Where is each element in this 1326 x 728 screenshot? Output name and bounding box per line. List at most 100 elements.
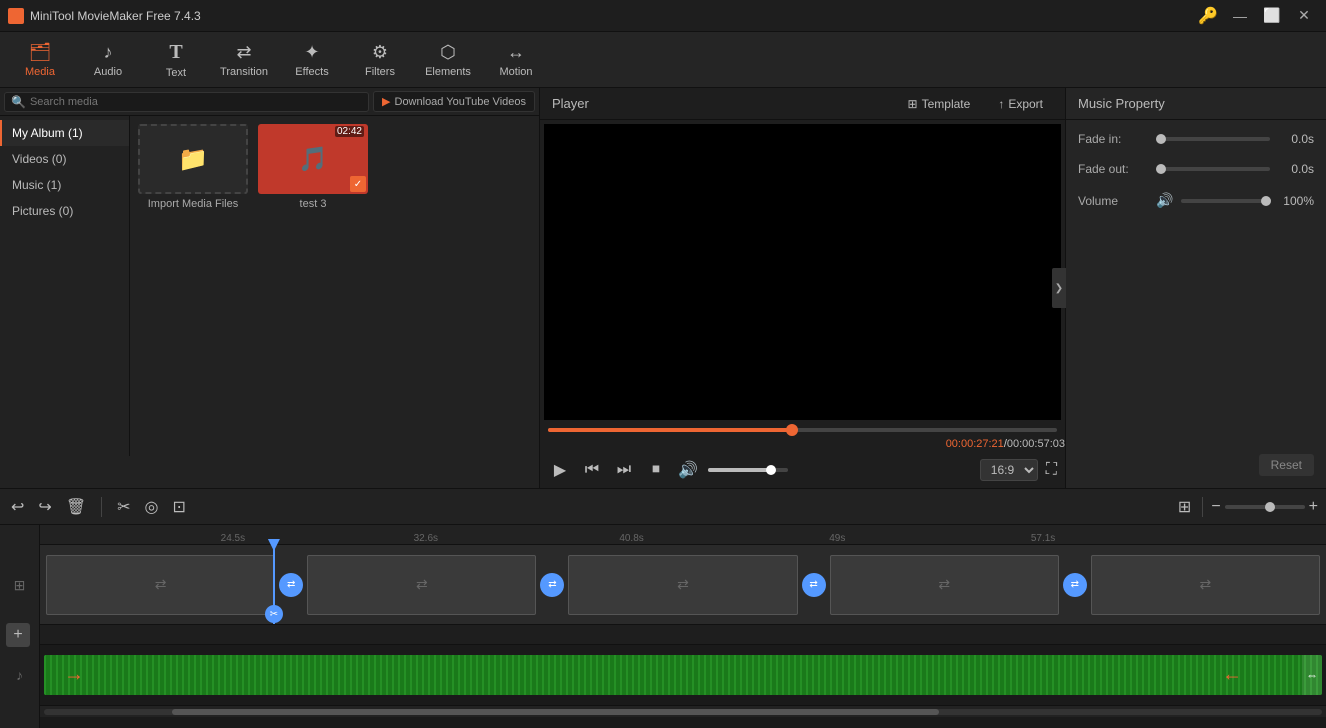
import-media-item[interactable]: 📁 Import Media Files (138, 124, 248, 210)
ruler-mark-1: 24.5s (221, 533, 245, 544)
scrollbar-thumb[interactable] (172, 709, 939, 715)
audio-resize-handle[interactable]: ⇔ (1302, 655, 1322, 695)
album-list: My Album (1) Videos (0) Music (1) Pictur… (0, 116, 130, 456)
timeline-scrollbar[interactable] (40, 705, 1326, 717)
fade-out-slider[interactable] (1156, 167, 1270, 171)
search-input[interactable] (30, 96, 362, 108)
toolbar-transition[interactable]: ⇄ Transition (212, 34, 276, 86)
toolbar-media[interactable]: 🗂 Media (8, 34, 72, 86)
tl-separator-1 (101, 497, 102, 517)
add-track-area: + (0, 625, 39, 645)
video-clip-3[interactable]: ⇄ (568, 555, 797, 615)
fade-in-slider[interactable] (1156, 137, 1270, 141)
album-item-videos[interactable]: Videos (0) (0, 146, 129, 172)
maximize-button[interactable]: ⬜ (1258, 2, 1286, 30)
progress-fill (548, 428, 792, 432)
crop-button[interactable]: ⊡ (170, 494, 189, 520)
fade-in-thumb[interactable] (1156, 134, 1166, 144)
audio-waveform[interactable]: → ← ⇔ (44, 655, 1322, 695)
elements-icon: ⬡ (440, 42, 456, 63)
album-item-pictures[interactable]: Pictures (0) (0, 198, 129, 224)
video-clip-4[interactable]: ⇄ (830, 555, 1059, 615)
ruler-mark-4: 49s (829, 533, 845, 544)
volume-prop-thumb[interactable] (1261, 196, 1271, 206)
mute-button[interactable]: 🔊 (676, 460, 700, 480)
prev-button[interactable]: ⏮ (580, 461, 604, 479)
volume-label: Volume (1078, 194, 1148, 208)
zoom-fit-button[interactable]: ⊞ (1175, 494, 1194, 520)
toolbar-text[interactable]: T Text (144, 34, 208, 86)
search-box[interactable]: 🔍 (4, 92, 369, 112)
redo-button[interactable]: ↪ (35, 494, 54, 520)
transition-4[interactable]: ⇄ (1063, 573, 1087, 597)
import-thumb[interactable]: 📁 (138, 124, 248, 194)
main-area: 🔍 ▶ Download YouTube Videos My Album (1)… (0, 88, 1326, 488)
transition-1[interactable]: ⇄ (279, 573, 303, 597)
album-item-music[interactable]: Music (1) (0, 172, 129, 198)
music-thumb[interactable]: 🎵 02:42 ✓ (258, 124, 368, 194)
timeline-toolbar: ↩ ↪ 🗑 ✂ ◎ ⊡ ⊞ − + (0, 489, 1326, 525)
music-media-item[interactable]: 🎵 02:42 ✓ test 3 (258, 124, 368, 210)
clip-icon-5: ⇄ (1200, 576, 1212, 593)
player-controls: ▶ ⏮ ⏭ ⏹ 🔊 16:9 9:16 1:1 4:3 ⛶ (540, 452, 1065, 488)
player-progress[interactable] (540, 424, 1065, 436)
undo-button[interactable]: ↩ (8, 494, 27, 520)
volume-slider[interactable] (708, 468, 788, 472)
stop-button[interactable]: ⏹ (644, 461, 668, 479)
main-toolbar: 🗂 Media ♪ Audio T Text ⇄ Transition ✦ Ef… (0, 32, 1326, 88)
ruler-mark-2: 32.6s (414, 533, 438, 544)
zoom-thumb[interactable] (1265, 502, 1275, 512)
progress-bar[interactable] (548, 428, 1057, 432)
timeline-cursor[interactable]: ✂ (273, 545, 275, 624)
export-button[interactable]: ↑ Export (988, 93, 1053, 115)
fade-in-row: Fade in: 0.0s (1078, 132, 1314, 146)
player-header: Player ⊞ Template ↑ Export (540, 88, 1065, 120)
key-icon: 🔑 (1198, 6, 1218, 26)
template-button[interactable]: ⊞ Template (898, 93, 981, 115)
video-clip-2[interactable]: ⇄ (307, 555, 536, 615)
minimize-button[interactable]: — (1226, 2, 1254, 30)
delete-button[interactable]: 🗑 (63, 494, 89, 520)
media-panel: 🔍 ▶ Download YouTube Videos My Album (1)… (0, 88, 540, 488)
close-button[interactable]: ✕ (1290, 2, 1318, 30)
window-controls: — ⬜ ✕ (1226, 2, 1318, 30)
volume-prop-slider[interactable] (1181, 199, 1270, 203)
toolbar-filters[interactable]: ⚙ Filters (348, 34, 412, 86)
transition-2[interactable]: ⇄ (540, 573, 564, 597)
next-button[interactable]: ⏭ (612, 461, 636, 479)
video-screen (544, 124, 1061, 420)
collapse-panel-button[interactable]: ❯ (1052, 268, 1066, 308)
scrollbar-track[interactable] (44, 709, 1322, 715)
video-clip-1[interactable]: ⇄ (46, 555, 275, 615)
transition-3[interactable]: ⇄ (802, 573, 826, 597)
zoom-in-button[interactable]: + (1309, 498, 1318, 516)
toolbar-elements[interactable]: ⬡ Elements (416, 34, 480, 86)
ruler-mark-3: 40.8s (619, 533, 643, 544)
volume-thumb[interactable] (766, 465, 776, 475)
play-button[interactable]: ▶ (548, 460, 572, 480)
media-sidebar: My Album (1) Videos (0) Music (1) Pictur… (0, 116, 539, 456)
transition-icon-1: ⇄ (287, 579, 295, 590)
fade-out-thumb[interactable] (1156, 164, 1166, 174)
toolbar-motion[interactable]: ↔ Motion (484, 34, 548, 86)
zoom-controls: ⊞ − + (1175, 494, 1318, 520)
add-track-button[interactable]: + (6, 623, 30, 647)
zoom-slider[interactable] (1225, 505, 1305, 509)
media-grid: 📁 Import Media Files 🎵 02:42 ✓ test 3 (130, 116, 539, 456)
zoom-out-button[interactable]: − (1211, 498, 1220, 516)
download-youtube-button[interactable]: ▶ Download YouTube Videos (373, 91, 535, 112)
toolbar-audio[interactable]: ♪ Audio (76, 34, 140, 86)
aspect-ratio-select[interactable]: 16:9 9:16 1:1 4:3 (980, 459, 1038, 481)
progress-thumb[interactable] (786, 424, 798, 436)
reset-button[interactable]: Reset (1259, 454, 1314, 476)
detach-audio-button[interactable]: ◎ (142, 494, 162, 520)
video-clip-5[interactable]: ⇄ (1091, 555, 1320, 615)
cut-button[interactable]: ✂ (114, 494, 133, 520)
text-label: Text (166, 67, 186, 79)
fullscreen-button[interactable]: ⛶ (1046, 461, 1057, 479)
album-item-my-album[interactable]: My Album (1) (0, 120, 129, 146)
title-bar: MiniTool MovieMaker Free 7.4.3 🔑 — ⬜ ✕ (0, 0, 1326, 32)
toolbar-effects[interactable]: ✦ Effects (280, 34, 344, 86)
transition-icon-4: ⇄ (1071, 579, 1079, 590)
music-property-panel: Music Property Fade in: 0.0s Fade out: 0… (1066, 88, 1326, 488)
